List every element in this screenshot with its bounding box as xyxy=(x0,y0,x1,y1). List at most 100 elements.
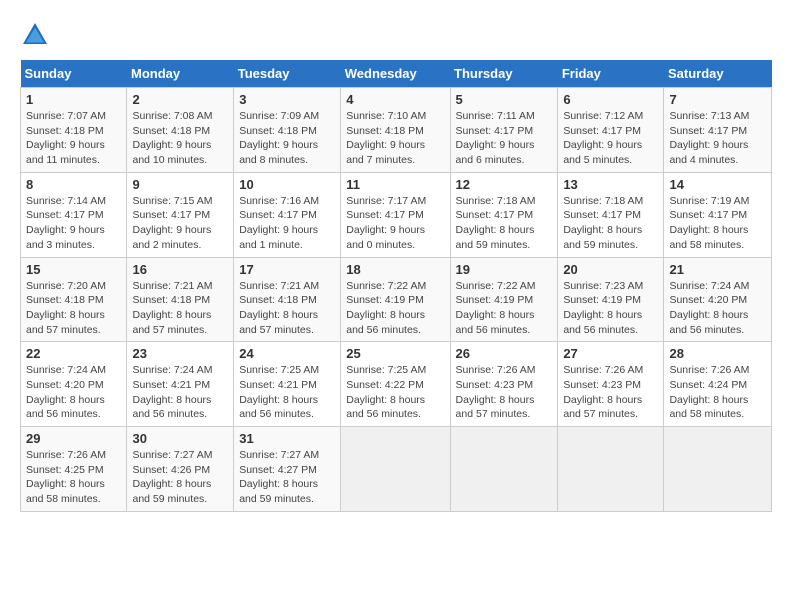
day-number: 18 xyxy=(346,262,444,277)
day-number: 31 xyxy=(239,431,335,446)
day-number: 10 xyxy=(239,177,335,192)
day-info: Sunrise: 7:22 AM Sunset: 4:19 PM Dayligh… xyxy=(456,279,553,338)
day-number: 3 xyxy=(239,92,335,107)
day-number: 28 xyxy=(669,346,766,361)
header-day-friday: Friday xyxy=(558,60,664,88)
calendar-cell: 10 Sunrise: 7:16 AM Sunset: 4:17 PM Dayl… xyxy=(234,172,341,257)
day-info: Sunrise: 7:27 AM Sunset: 4:27 PM Dayligh… xyxy=(239,448,335,507)
header-day-wednesday: Wednesday xyxy=(341,60,450,88)
logo xyxy=(20,20,54,50)
calendar-cell xyxy=(664,427,772,512)
day-info: Sunrise: 7:15 AM Sunset: 4:17 PM Dayligh… xyxy=(132,194,228,253)
calendar-table: SundayMondayTuesdayWednesdayThursdayFrid… xyxy=(20,60,772,512)
calendar-week-1: 1 Sunrise: 7:07 AM Sunset: 4:18 PM Dayli… xyxy=(21,88,772,173)
day-info: Sunrise: 7:23 AM Sunset: 4:19 PM Dayligh… xyxy=(563,279,658,338)
day-info: Sunrise: 7:14 AM Sunset: 4:17 PM Dayligh… xyxy=(26,194,121,253)
day-info: Sunrise: 7:18 AM Sunset: 4:17 PM Dayligh… xyxy=(456,194,553,253)
day-info: Sunrise: 7:25 AM Sunset: 4:21 PM Dayligh… xyxy=(239,363,335,422)
calendar-cell: 25 Sunrise: 7:25 AM Sunset: 4:22 PM Dayl… xyxy=(341,342,450,427)
day-info: Sunrise: 7:09 AM Sunset: 4:18 PM Dayligh… xyxy=(239,109,335,168)
day-number: 1 xyxy=(26,92,121,107)
day-number: 27 xyxy=(563,346,658,361)
day-number: 6 xyxy=(563,92,658,107)
day-info: Sunrise: 7:12 AM Sunset: 4:17 PM Dayligh… xyxy=(563,109,658,168)
calendar-cell: 30 Sunrise: 7:27 AM Sunset: 4:26 PM Dayl… xyxy=(127,427,234,512)
calendar-cell: 23 Sunrise: 7:24 AM Sunset: 4:21 PM Dayl… xyxy=(127,342,234,427)
day-number: 11 xyxy=(346,177,444,192)
day-info: Sunrise: 7:26 AM Sunset: 4:23 PM Dayligh… xyxy=(563,363,658,422)
calendar-week-2: 8 Sunrise: 7:14 AM Sunset: 4:17 PM Dayli… xyxy=(21,172,772,257)
calendar-cell: 1 Sunrise: 7:07 AM Sunset: 4:18 PM Dayli… xyxy=(21,88,127,173)
calendar-cell: 5 Sunrise: 7:11 AM Sunset: 4:17 PM Dayli… xyxy=(450,88,558,173)
calendar-cell: 19 Sunrise: 7:22 AM Sunset: 4:19 PM Dayl… xyxy=(450,257,558,342)
day-info: Sunrise: 7:13 AM Sunset: 4:17 PM Dayligh… xyxy=(669,109,766,168)
calendar-cell: 18 Sunrise: 7:22 AM Sunset: 4:19 PM Dayl… xyxy=(341,257,450,342)
calendar-cell: 13 Sunrise: 7:18 AM Sunset: 4:17 PM Dayl… xyxy=(558,172,664,257)
day-number: 24 xyxy=(239,346,335,361)
calendar-week-3: 15 Sunrise: 7:20 AM Sunset: 4:18 PM Dayl… xyxy=(21,257,772,342)
header-day-sunday: Sunday xyxy=(21,60,127,88)
day-number: 20 xyxy=(563,262,658,277)
calendar-cell xyxy=(341,427,450,512)
day-number: 17 xyxy=(239,262,335,277)
calendar-cell: 22 Sunrise: 7:24 AM Sunset: 4:20 PM Dayl… xyxy=(21,342,127,427)
day-number: 7 xyxy=(669,92,766,107)
day-info: Sunrise: 7:26 AM Sunset: 4:24 PM Dayligh… xyxy=(669,363,766,422)
day-number: 30 xyxy=(132,431,228,446)
calendar-week-5: 29 Sunrise: 7:26 AM Sunset: 4:25 PM Dayl… xyxy=(21,427,772,512)
calendar-cell: 31 Sunrise: 7:27 AM Sunset: 4:27 PM Dayl… xyxy=(234,427,341,512)
calendar-cell: 2 Sunrise: 7:08 AM Sunset: 4:18 PM Dayli… xyxy=(127,88,234,173)
day-info: Sunrise: 7:10 AM Sunset: 4:18 PM Dayligh… xyxy=(346,109,444,168)
calendar-cell: 17 Sunrise: 7:21 AM Sunset: 4:18 PM Dayl… xyxy=(234,257,341,342)
day-info: Sunrise: 7:24 AM Sunset: 4:21 PM Dayligh… xyxy=(132,363,228,422)
header-row: SundayMondayTuesdayWednesdayThursdayFrid… xyxy=(21,60,772,88)
day-info: Sunrise: 7:26 AM Sunset: 4:25 PM Dayligh… xyxy=(26,448,121,507)
calendar-cell: 28 Sunrise: 7:26 AM Sunset: 4:24 PM Dayl… xyxy=(664,342,772,427)
day-info: Sunrise: 7:18 AM Sunset: 4:17 PM Dayligh… xyxy=(563,194,658,253)
calendar-cell: 24 Sunrise: 7:25 AM Sunset: 4:21 PM Dayl… xyxy=(234,342,341,427)
calendar-cell xyxy=(450,427,558,512)
page-header xyxy=(20,20,772,50)
calendar-cell: 11 Sunrise: 7:17 AM Sunset: 4:17 PM Dayl… xyxy=(341,172,450,257)
day-info: Sunrise: 7:11 AM Sunset: 4:17 PM Dayligh… xyxy=(456,109,553,168)
day-info: Sunrise: 7:25 AM Sunset: 4:22 PM Dayligh… xyxy=(346,363,444,422)
header-day-thursday: Thursday xyxy=(450,60,558,88)
calendar-cell: 7 Sunrise: 7:13 AM Sunset: 4:17 PM Dayli… xyxy=(664,88,772,173)
calendar-cell: 9 Sunrise: 7:15 AM Sunset: 4:17 PM Dayli… xyxy=(127,172,234,257)
day-number: 13 xyxy=(563,177,658,192)
calendar-cell: 26 Sunrise: 7:26 AM Sunset: 4:23 PM Dayl… xyxy=(450,342,558,427)
day-number: 5 xyxy=(456,92,553,107)
day-number: 22 xyxy=(26,346,121,361)
day-info: Sunrise: 7:20 AM Sunset: 4:18 PM Dayligh… xyxy=(26,279,121,338)
day-info: Sunrise: 7:27 AM Sunset: 4:26 PM Dayligh… xyxy=(132,448,228,507)
day-number: 21 xyxy=(669,262,766,277)
day-info: Sunrise: 7:26 AM Sunset: 4:23 PM Dayligh… xyxy=(456,363,553,422)
calendar-cell: 29 Sunrise: 7:26 AM Sunset: 4:25 PM Dayl… xyxy=(21,427,127,512)
day-number: 14 xyxy=(669,177,766,192)
calendar-week-4: 22 Sunrise: 7:24 AM Sunset: 4:20 PM Dayl… xyxy=(21,342,772,427)
day-number: 23 xyxy=(132,346,228,361)
day-number: 29 xyxy=(26,431,121,446)
calendar-cell xyxy=(558,427,664,512)
day-number: 16 xyxy=(132,262,228,277)
day-info: Sunrise: 7:07 AM Sunset: 4:18 PM Dayligh… xyxy=(26,109,121,168)
calendar-cell: 20 Sunrise: 7:23 AM Sunset: 4:19 PM Dayl… xyxy=(558,257,664,342)
day-number: 12 xyxy=(456,177,553,192)
header-day-monday: Monday xyxy=(127,60,234,88)
calendar-cell: 12 Sunrise: 7:18 AM Sunset: 4:17 PM Dayl… xyxy=(450,172,558,257)
calendar-cell: 6 Sunrise: 7:12 AM Sunset: 4:17 PM Dayli… xyxy=(558,88,664,173)
day-info: Sunrise: 7:21 AM Sunset: 4:18 PM Dayligh… xyxy=(132,279,228,338)
day-number: 26 xyxy=(456,346,553,361)
calendar-cell: 21 Sunrise: 7:24 AM Sunset: 4:20 PM Dayl… xyxy=(664,257,772,342)
calendar-cell: 14 Sunrise: 7:19 AM Sunset: 4:17 PM Dayl… xyxy=(664,172,772,257)
calendar-header: SundayMondayTuesdayWednesdayThursdayFrid… xyxy=(21,60,772,88)
day-info: Sunrise: 7:21 AM Sunset: 4:18 PM Dayligh… xyxy=(239,279,335,338)
day-info: Sunrise: 7:22 AM Sunset: 4:19 PM Dayligh… xyxy=(346,279,444,338)
day-number: 9 xyxy=(132,177,228,192)
header-day-saturday: Saturday xyxy=(664,60,772,88)
day-info: Sunrise: 7:17 AM Sunset: 4:17 PM Dayligh… xyxy=(346,194,444,253)
logo-icon xyxy=(20,20,50,50)
calendar-cell: 4 Sunrise: 7:10 AM Sunset: 4:18 PM Dayli… xyxy=(341,88,450,173)
calendar-cell: 16 Sunrise: 7:21 AM Sunset: 4:18 PM Dayl… xyxy=(127,257,234,342)
day-number: 2 xyxy=(132,92,228,107)
